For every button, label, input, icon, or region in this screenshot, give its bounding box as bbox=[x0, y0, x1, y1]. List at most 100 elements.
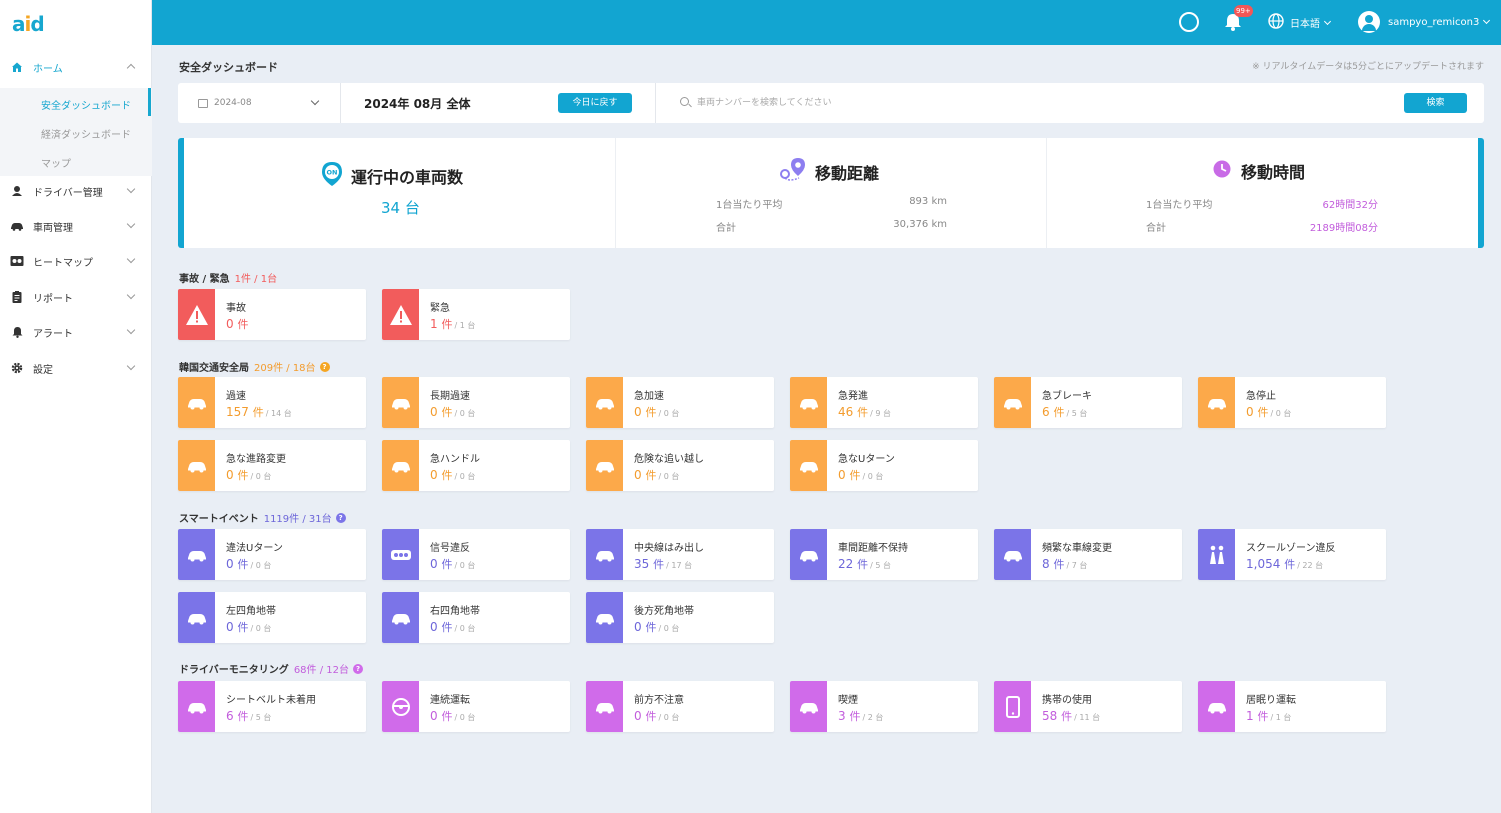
section-label: スマートイベント bbox=[179, 514, 259, 525]
event-card[interactable]: 違法Uターン 0 件/ 0 台 bbox=[178, 529, 366, 580]
event-card[interactable]: 緊急 1 件/ 1 台 bbox=[382, 289, 570, 340]
divider bbox=[615, 138, 616, 248]
event-card[interactable]: 中央線はみ出し 35 件/ 17 台 bbox=[586, 529, 774, 580]
event-card[interactable]: 後方死角地帯 0 件/ 0 台 bbox=[586, 592, 774, 643]
vehicle-search-input[interactable] bbox=[697, 94, 1297, 112]
help-icon[interactable]: ? bbox=[353, 663, 363, 674]
event-card[interactable]: 喫煙 3 件/ 2 台 bbox=[790, 681, 978, 732]
on-pin-label: ON bbox=[327, 169, 338, 177]
event-card[interactable]: 急ブレーキ 6 件/ 5 台 bbox=[994, 377, 1182, 428]
event-card[interactable]: 前方不注意 0 件/ 0 台 bbox=[586, 681, 774, 732]
sidebar-item-heatmap[interactable]: ヒートマップ bbox=[0, 247, 152, 275]
time-avg-value: 62時間32分 bbox=[1322, 200, 1378, 211]
chevron-down-icon bbox=[126, 290, 136, 300]
sidebar-sub-safety-dashboard[interactable]: 安全ダッシュボード bbox=[41, 97, 131, 112]
event-card[interactable]: スクールゾーン違反 1,054 件/ 22 台 bbox=[1198, 529, 1386, 580]
event-card[interactable]: 危険な追い越し 0 件/ 0 台 bbox=[586, 440, 774, 491]
event-card[interactable]: 信号違反 0 件/ 0 台 bbox=[382, 529, 570, 580]
search-area: 検索 bbox=[655, 83, 1484, 123]
section-count: 68件 / 12台 bbox=[293, 665, 349, 676]
sidebar-item-vehicle[interactable]: 車両管理 bbox=[0, 212, 152, 240]
event-card[interactable]: 右四角地帯 0 件/ 0 台 bbox=[382, 592, 570, 643]
today-button[interactable]: 今日に戻す bbox=[558, 93, 632, 113]
section-accident-title: 事故 / 緊急 1件 / 1台 bbox=[179, 270, 277, 285]
event-name: 左四角地帯 bbox=[226, 606, 276, 617]
event-name: 危険な追い越し bbox=[634, 454, 704, 465]
vehicle-count: / 22 台 bbox=[1297, 561, 1324, 570]
warning-icon bbox=[382, 289, 419, 340]
count-number: 1 bbox=[1246, 709, 1254, 723]
distance-total-value: 30,376 km bbox=[893, 219, 947, 230]
language-selector[interactable]: 日本語 bbox=[1268, 13, 1332, 32]
traffic-light-icon bbox=[382, 529, 419, 580]
event-name: 急ハンドル bbox=[430, 454, 480, 465]
event-name: 右四角地帯 bbox=[430, 606, 480, 617]
sidebar-item-settings[interactable]: 設定 bbox=[0, 354, 152, 382]
event-card[interactable]: 長期過速 0 件/ 0 台 bbox=[382, 377, 570, 428]
count-number: 6 bbox=[1042, 405, 1050, 419]
event-card[interactable]: 急ハンドル 0 件/ 0 台 bbox=[382, 440, 570, 491]
event-card[interactable]: 急なUターン 0 件/ 0 台 bbox=[790, 440, 978, 491]
event-card[interactable]: 急加速 0 件/ 0 台 bbox=[586, 377, 774, 428]
event-name: スクールゾーン違反 bbox=[1246, 543, 1336, 554]
event-card[interactable]: 車間距離不保持 22 件/ 5 台 bbox=[790, 529, 978, 580]
event-card[interactable]: 居眠り運転 1 件/ 1 台 bbox=[1198, 681, 1386, 732]
event-card[interactable]: シートベルト未着用 6 件/ 5 台 bbox=[178, 681, 366, 732]
help-icon[interactable]: ? bbox=[335, 512, 346, 523]
steering-wheel-icon bbox=[382, 681, 419, 732]
help-icon[interactable]: ? bbox=[319, 361, 330, 372]
event-card[interactable]: 頻繁な車線変更 8 件/ 7 台 bbox=[994, 529, 1182, 580]
sidebar: aid ホーム 安全ダッシュボード 経済ダッシュボード マップ ドライバー管理 … bbox=[0, 0, 152, 813]
sidebar-item-report[interactable]: リポート bbox=[0, 283, 152, 311]
bell-icon bbox=[10, 325, 24, 339]
count-number: 0 bbox=[226, 317, 234, 331]
count-number: 1,054 bbox=[1246, 557, 1281, 571]
event-card[interactable]: 急な進路変更 0 件/ 0 台 bbox=[178, 440, 366, 491]
event-card[interactable]: 過速 157 件/ 14 台 bbox=[178, 377, 366, 428]
period-label: 2024年 08月 全体 bbox=[364, 97, 471, 111]
count-unit: 件 bbox=[441, 621, 453, 634]
event-count: 0 件/ 0 台 bbox=[634, 619, 679, 635]
aid-logo[interactable]: aid bbox=[12, 12, 45, 36]
distracted-driver-icon bbox=[586, 681, 623, 732]
vehicle-count: / 0 台 bbox=[250, 561, 272, 570]
event-card[interactable]: 事故 0 件 bbox=[178, 289, 366, 340]
seatbelt-icon bbox=[178, 681, 215, 732]
sidebar-sub-economy-dashboard[interactable]: 経済ダッシュボード bbox=[41, 126, 131, 141]
event-name: 居眠り運転 bbox=[1246, 695, 1296, 706]
sidebar-sub-map[interactable]: マップ bbox=[41, 155, 71, 170]
support-icon[interactable] bbox=[1179, 12, 1199, 32]
event-name: 緊急 bbox=[430, 303, 450, 314]
count-unit: 件 bbox=[1053, 558, 1065, 571]
event-card[interactable]: 急発進 46 件/ 9 台 bbox=[790, 377, 978, 428]
event-count: 0 件/ 0 台 bbox=[838, 467, 883, 483]
section-korea-title: 韓国交通安全局 209件 / 18台 ? bbox=[179, 359, 330, 374]
sidebar-item-label: 車両管理 bbox=[33, 222, 73, 234]
event-card[interactable]: 急停止 0 件/ 0 台 bbox=[1198, 377, 1386, 428]
sidebar-item-driver[interactable]: ドライバー管理 bbox=[0, 177, 152, 205]
distance-title: 移動距離 bbox=[815, 164, 880, 183]
date-picker[interactable]: 2024-08 bbox=[178, 83, 341, 123]
count-unit: 件 bbox=[857, 406, 869, 419]
event-card[interactable]: 携帯の使用 58 件/ 11 台 bbox=[994, 681, 1182, 732]
route-pin-icon bbox=[779, 157, 807, 187]
event-card[interactable]: 左四角地帯 0 件/ 0 台 bbox=[178, 592, 366, 643]
user-menu[interactable]: sampyo_remicon3 bbox=[1358, 11, 1491, 33]
count-unit: 件 bbox=[237, 710, 249, 723]
sidebar-item-home[interactable]: ホーム bbox=[0, 53, 152, 81]
search-button[interactable]: 検索 bbox=[1404, 93, 1467, 113]
calendar-icon bbox=[198, 98, 208, 108]
event-name: 長期過速 bbox=[430, 391, 470, 402]
event-card[interactable]: 連続運転 0 件/ 0 台 bbox=[382, 681, 570, 732]
count-number: 3 bbox=[838, 709, 846, 723]
clock-icon bbox=[1213, 160, 1231, 182]
sidebar-item-alert[interactable]: アラート bbox=[0, 318, 152, 346]
count-number: 0 bbox=[430, 405, 438, 419]
overtaking-icon bbox=[586, 440, 623, 491]
event-name: シートベルト未着用 bbox=[226, 695, 316, 706]
event-count: 0 件 bbox=[226, 316, 250, 332]
event-count: 0 件/ 0 台 bbox=[430, 404, 475, 420]
section-label: 韓国交通安全局 bbox=[179, 363, 249, 374]
vehicle-count: / 0 台 bbox=[454, 409, 476, 418]
search-icon bbox=[680, 97, 689, 106]
